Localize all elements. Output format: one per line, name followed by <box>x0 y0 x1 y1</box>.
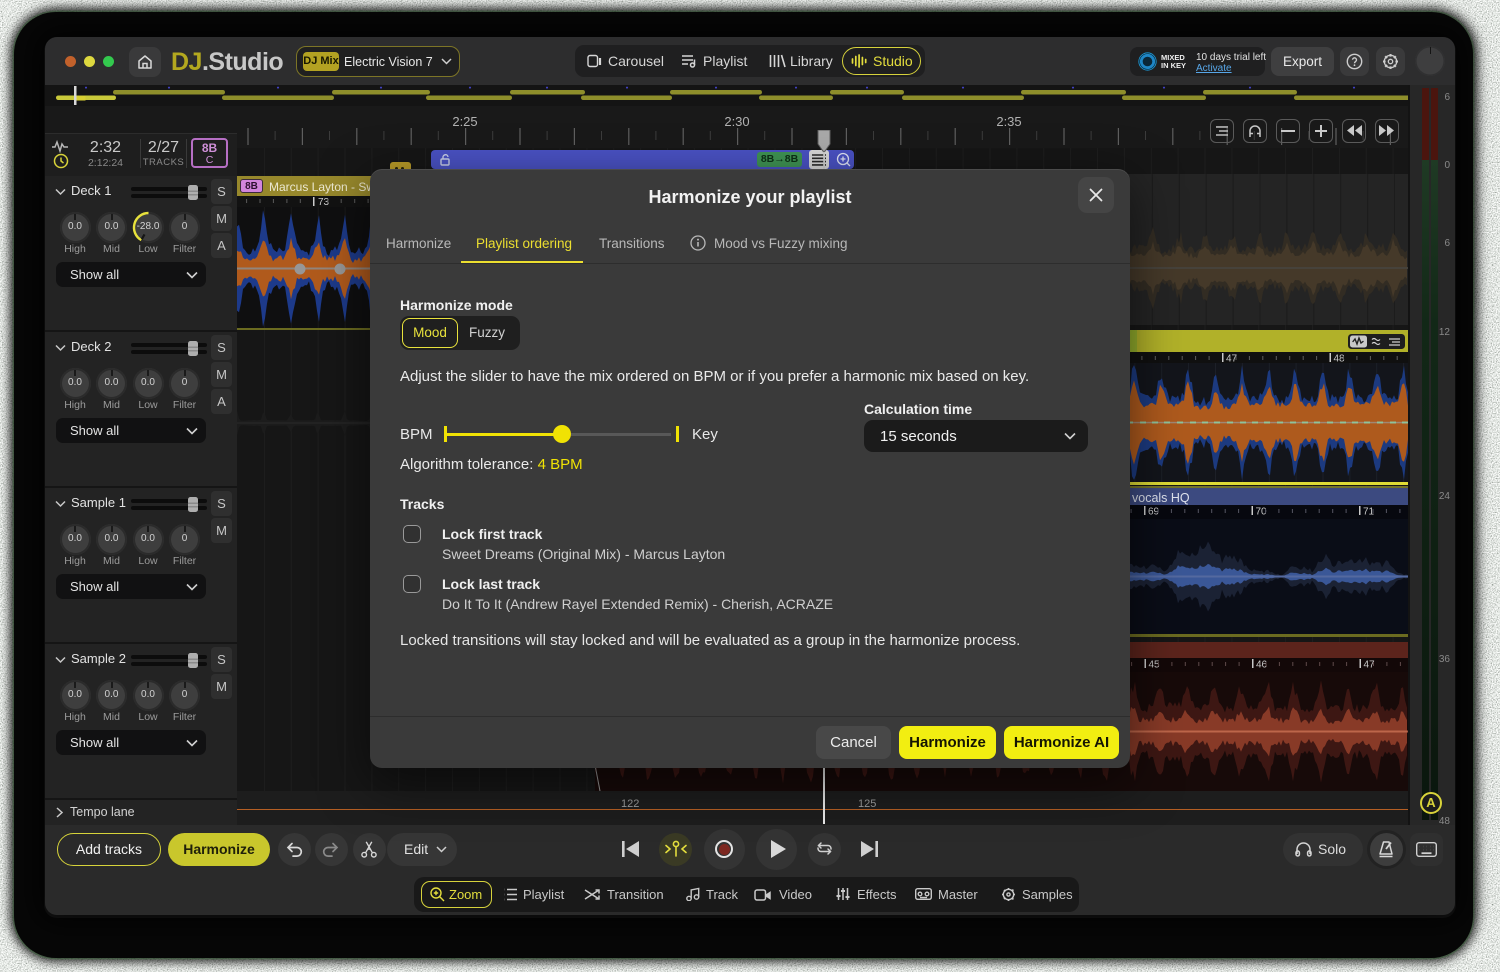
svg-text:vocals HQ: vocals HQ <box>1132 491 1190 505</box>
svg-text:0: 0 <box>1444 160 1450 171</box>
svg-text:2:30: 2:30 <box>724 114 749 129</box>
svg-text:24: 24 <box>1439 491 1451 502</box>
svg-text:2:25: 2:25 <box>452 114 477 129</box>
svg-text:2:35: 2:35 <box>996 114 1021 129</box>
svg-text:36: 36 <box>1439 654 1451 665</box>
svg-text:12: 12 <box>1439 327 1451 338</box>
svg-text:48: 48 <box>1439 816 1451 825</box>
svg-text:6: 6 <box>1444 238 1450 249</box>
svg-text:6: 6 <box>1444 92 1450 103</box>
